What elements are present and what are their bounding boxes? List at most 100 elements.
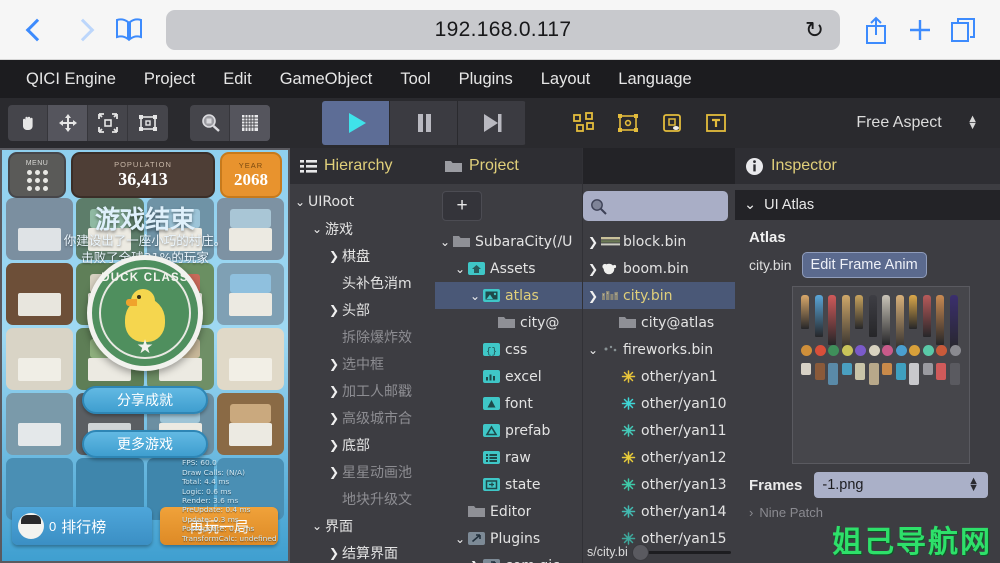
project-tree-row[interactable]: ⌄ SubaraCity(/U — [435, 228, 582, 255]
hierarchy-tree[interactable]: ⌄ UIRoot ⌄ 游戏 ❯ 棋盘 头补色消m ❯ 头部 拆除爆炸效 ❯ 选中框 ❯ 加工人邮戳 ❯ 高级城… — [290, 184, 435, 563]
project-tree-row[interactable]: raw — [435, 444, 582, 471]
hand-tool-button[interactable] — [8, 105, 48, 141]
chevron-right-icon[interactable]: ❯ — [326, 357, 342, 371]
address-bar[interactable]: 192.168.0.117 ↻ — [166, 9, 840, 50]
asset-row[interactable]: other/yan1 — [583, 363, 735, 390]
project-tree-row[interactable]: ⌄ Plugins — [435, 525, 582, 552]
hierarchy-row[interactable]: ❯ 选中框 — [290, 350, 435, 377]
share-button[interactable] — [854, 8, 898, 52]
chevron-down-icon[interactable]: ⌄ — [437, 235, 453, 249]
asset-row[interactable]: ❯ boom.bin — [583, 255, 735, 282]
asset-row[interactable]: ⌄ fireworks.bin — [583, 336, 735, 363]
asset-row[interactable]: other/yan10 — [583, 390, 735, 417]
menu-item-layout[interactable]: Layout — [527, 70, 605, 89]
frames-dropdown[interactable]: -1.png ▲ ▼ — [814, 472, 988, 498]
asset-row[interactable]: other/yan11 — [583, 417, 735, 444]
hud-menu-button[interactable]: MENU — [8, 152, 66, 198]
project-tree-row[interactable]: excel — [435, 363, 582, 390]
chevron-right-icon[interactable]: ❯ — [326, 546, 342, 560]
edit-frame-anim-button[interactable]: Edit Frame Anim — [801, 252, 927, 278]
zoom-tool-button[interactable] — [190, 105, 230, 141]
pause-button[interactable] — [390, 101, 458, 145]
menu-item-language[interactable]: Language — [604, 70, 705, 89]
chevron-down-icon[interactable]: ⌄ — [585, 343, 601, 357]
hierarchy-row[interactable]: ❯ 高级城市合 — [290, 404, 435, 431]
hierarchy-row[interactable]: 头补色消m — [290, 269, 435, 296]
chevron-down-icon[interactable]: ⌄ — [292, 195, 308, 209]
game-view[interactable]: MENU POPULATION 36,413 YEAR 2068 游戏结束 你建… — [0, 148, 290, 563]
chevron-down-icon[interactable]: ⌄ — [309, 222, 325, 236]
more-games-button[interactable]: 更多游戏 — [82, 430, 208, 458]
add-asset-button[interactable]: + — [442, 191, 482, 221]
hierarchy-row[interactable]: ❯ 底部 — [290, 431, 435, 458]
chevron-right-icon[interactable]: ❯ — [326, 303, 342, 317]
menu-item-qici-engine[interactable]: QICI Engine — [12, 70, 130, 89]
chevron-down-icon[interactable]: ⌄ — [309, 519, 325, 533]
atlas-preview[interactable] — [792, 286, 970, 464]
tab-project[interactable]: Project — [435, 148, 582, 184]
show-tabs-button[interactable] — [942, 8, 986, 52]
menu-item-edit[interactable]: Edit — [209, 70, 265, 89]
project-tree-row[interactable]: city@ — [435, 309, 582, 336]
chevron-right-icon[interactable]: ❯ — [585, 289, 601, 303]
back-button[interactable] — [14, 8, 60, 52]
scroll-knob[interactable] — [631, 543, 649, 561]
menu-item-plugins[interactable]: Plugins — [445, 70, 527, 89]
chevron-right-icon[interactable]: ❯ — [467, 559, 483, 563]
chevron-right-icon[interactable]: ❯ — [326, 465, 342, 479]
chevron-right-icon[interactable]: ❯ — [585, 262, 601, 276]
chevron-down-icon[interactable]: ⌄ — [452, 532, 468, 546]
chevron-right-icon[interactable]: ❯ — [326, 384, 342, 398]
asset-list[interactable]: ❯ block.bin ❯ boom.bin ❯ city.bin city@atlas ⌄ f… — [583, 224, 735, 552]
tab-hierarchy[interactable]: Hierarchy — [290, 148, 435, 184]
project-tree-row[interactable]: ❯ com.qic — [435, 552, 582, 563]
project-tree-row[interactable]: prefab — [435, 417, 582, 444]
chevron-right-icon[interactable]: ❯ — [585, 235, 601, 249]
bookmarks-button[interactable] — [106, 8, 152, 52]
asset-row[interactable]: ❯ block.bin — [583, 228, 735, 255]
button-tool-button[interactable] — [650, 101, 694, 145]
chevron-right-icon[interactable]: ❯ — [326, 411, 342, 425]
chevron-right-icon[interactable]: ❯ — [326, 438, 342, 452]
leaderboard-button[interactable]: 0 排行榜 — [12, 507, 152, 545]
menu-item-tool[interactable]: Tool — [386, 70, 444, 89]
hierarchy-row[interactable]: ❯ 结算界面 — [290, 539, 435, 563]
hierarchy-row[interactable]: ⌄ UIRoot — [290, 188, 435, 215]
asset-row[interactable]: city@atlas — [583, 309, 735, 336]
hierarchy-row[interactable]: ⌄ 界面 — [290, 512, 435, 539]
text-tool-button[interactable] — [694, 101, 738, 145]
new-tab-button[interactable] — [898, 8, 942, 52]
asset-row[interactable]: other/yan14 — [583, 498, 735, 525]
project-tree-row[interactable]: Editor — [435, 498, 582, 525]
asset-row[interactable]: other/yan12 — [583, 444, 735, 471]
hierarchy-row[interactable]: ⌄ 游戏 — [290, 215, 435, 242]
asset-row[interactable]: other/yan13 — [583, 471, 735, 498]
asset-horizontal-scrollbar[interactable]: s/city.bi — [583, 543, 735, 561]
hierarchy-row[interactable]: ❯ 头部 — [290, 296, 435, 323]
project-tree-row[interactable]: font — [435, 390, 582, 417]
project-tree[interactable]: ⌄ SubaraCity(/U ⌄ Assets ⌄ atlas city@ {} css exc… — [435, 224, 582, 563]
chevron-right-icon[interactable]: ❯ — [326, 249, 342, 263]
hierarchy-row[interactable]: 地块升级文 — [290, 485, 435, 512]
hierarchy-row[interactable]: ❯ 加工人邮戳 — [290, 377, 435, 404]
project-tree-row[interactable]: ⌄ Assets — [435, 255, 582, 282]
scale-tool-button[interactable] — [88, 105, 128, 141]
reload-icon[interactable]: ↻ — [805, 16, 824, 43]
menu-item-project[interactable]: Project — [130, 70, 209, 89]
step-button[interactable] — [458, 101, 526, 145]
aspect-ratio-dropdown[interactable]: Free Aspect ▲ ▼ — [798, 114, 1000, 132]
rect-tool-button[interactable] — [128, 105, 168, 141]
chevron-down-icon[interactable]: ⌄ — [467, 289, 483, 303]
move-tool-button[interactable] — [48, 105, 88, 141]
scroll-track[interactable] — [631, 543, 731, 561]
share-achievement-button[interactable]: 分享成就 — [82, 386, 208, 414]
search-input[interactable] — [583, 191, 728, 221]
menu-item-gameobject[interactable]: GameObject — [266, 70, 387, 89]
hierarchy-row[interactable]: ❯ 棋盘 — [290, 242, 435, 269]
grid-tool-button[interactable] — [230, 105, 270, 141]
forward-button[interactable] — [60, 8, 106, 52]
tab-inspector[interactable]: Inspector — [735, 148, 1000, 184]
project-tree-row[interactable]: {} css — [435, 336, 582, 363]
hierarchy-row[interactable]: ❯ 星星动画池 — [290, 458, 435, 485]
nodes-tool-button[interactable] — [562, 101, 606, 145]
